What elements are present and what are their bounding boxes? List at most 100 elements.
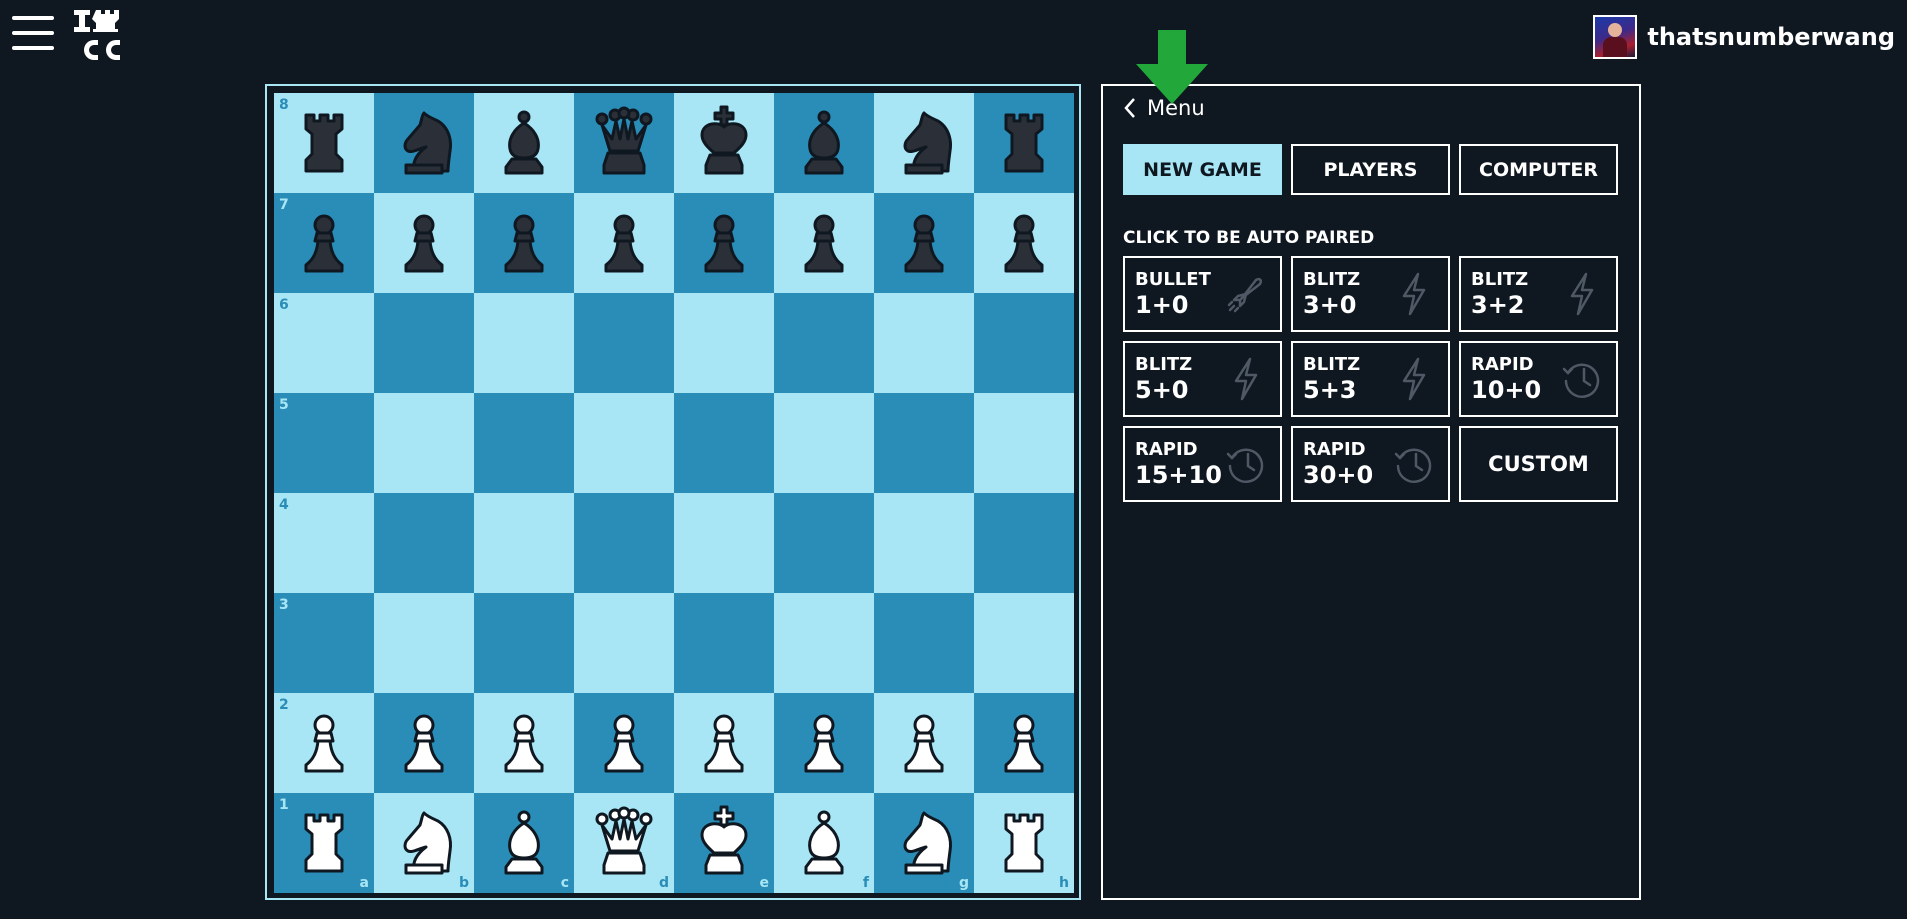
square-h4[interactable] [974,493,1074,593]
square-f4[interactable] [774,493,874,593]
hamburger-menu-icon[interactable] [12,16,54,56]
black-pawn-icon[interactable] [784,203,864,283]
square-h7[interactable] [974,193,1074,293]
black-queen-icon[interactable] [584,103,664,183]
white-pawn-icon[interactable] [584,703,664,783]
square-f3[interactable] [774,593,874,693]
square-d3[interactable] [574,593,674,693]
time-control-bullet-1-0[interactable]: BULLET 1+0 [1123,256,1282,332]
square-e4[interactable] [674,493,774,593]
username[interactable]: thatsnumberwang [1647,23,1895,51]
black-king-icon[interactable] [684,103,764,183]
square-b4[interactable] [374,493,474,593]
square-e6[interactable] [674,293,774,393]
black-knight-icon[interactable] [884,103,964,183]
square-h2[interactable] [974,693,1074,793]
time-control-blitz-5-0[interactable]: BLITZ 5+0 [1123,341,1282,417]
white-pawn-icon[interactable] [284,703,364,783]
square-f8[interactable] [774,93,874,193]
square-f1[interactable]: f [774,793,874,893]
square-b8[interactable] [374,93,474,193]
square-d4[interactable] [574,493,674,593]
square-g5[interactable] [874,393,974,493]
black-pawn-icon[interactable] [684,203,764,283]
square-d8[interactable] [574,93,674,193]
custom-game-button[interactable]: CUSTOM [1459,426,1618,502]
square-h1[interactable]: h [974,793,1074,893]
time-control-rapid-30-0[interactable]: RAPID 30+0 [1291,426,1450,502]
square-g7[interactable] [874,193,974,293]
square-e3[interactable] [674,593,774,693]
square-a4[interactable]: 4 [274,493,374,593]
square-a2[interactable]: 2 [274,693,374,793]
black-pawn-icon[interactable] [884,203,964,283]
square-f5[interactable] [774,393,874,493]
square-c6[interactable] [474,293,574,393]
black-rook-icon[interactable] [984,103,1064,183]
white-knight-icon[interactable] [884,803,964,883]
white-pawn-icon[interactable] [884,703,964,783]
square-e5[interactable] [674,393,774,493]
square-c8[interactable] [474,93,574,193]
square-f7[interactable] [774,193,874,293]
square-a8[interactable]: 8 [274,93,374,193]
square-e1[interactable]: e [674,793,774,893]
square-f2[interactable] [774,693,874,793]
square-b7[interactable] [374,193,474,293]
square-d2[interactable] [574,693,674,793]
white-rook-icon[interactable] [284,803,364,883]
avatar[interactable] [1593,15,1638,59]
square-e8[interactable] [674,93,774,193]
square-d5[interactable] [574,393,674,493]
square-c3[interactable] [474,593,574,693]
black-pawn-icon[interactable] [284,203,364,283]
white-rook-icon[interactable] [984,803,1064,883]
square-b5[interactable] [374,393,474,493]
white-pawn-icon[interactable] [684,703,764,783]
square-c4[interactable] [474,493,574,593]
square-b2[interactable] [374,693,474,793]
white-pawn-icon[interactable] [784,703,864,783]
white-king-icon[interactable] [684,803,764,883]
tab-new-game[interactable]: NEW GAME [1123,144,1282,195]
white-bishop-icon[interactable] [484,803,564,883]
time-control-blitz-3-0[interactable]: BLITZ 3+0 [1291,256,1450,332]
square-f6[interactable] [774,293,874,393]
tab-players[interactable]: PLAYERS [1291,144,1450,195]
square-g1[interactable]: g [874,793,974,893]
black-bishop-icon[interactable] [784,103,864,183]
square-a1[interactable]: 1a [274,793,374,893]
square-g6[interactable] [874,293,974,393]
time-control-rapid-10-0[interactable]: RAPID 10+0 [1459,341,1618,417]
user-profile[interactable]: thatsnumberwang [1593,15,1895,59]
square-b3[interactable] [374,593,474,693]
square-e7[interactable] [674,193,774,293]
square-g4[interactable] [874,493,974,593]
square-d1[interactable]: d [574,793,674,893]
square-c7[interactable] [474,193,574,293]
black-pawn-icon[interactable] [384,203,464,283]
white-pawn-icon[interactable] [484,703,564,783]
square-d7[interactable] [574,193,674,293]
square-h8[interactable] [974,93,1074,193]
time-control-blitz-5-3[interactable]: BLITZ 5+3 [1291,341,1450,417]
square-g3[interactable] [874,593,974,693]
white-pawn-icon[interactable] [984,703,1064,783]
white-knight-icon[interactable] [384,803,464,883]
square-g2[interactable] [874,693,974,793]
square-a6[interactable]: 6 [274,293,374,393]
black-pawn-icon[interactable] [984,203,1064,283]
square-b6[interactable] [374,293,474,393]
square-h3[interactable] [974,593,1074,693]
square-g8[interactable] [874,93,974,193]
black-rook-icon[interactable] [284,103,364,183]
white-bishop-icon[interactable] [784,803,864,883]
black-bishop-icon[interactable] [484,103,564,183]
square-h5[interactable] [974,393,1074,493]
square-d6[interactable] [574,293,674,393]
square-e2[interactable] [674,693,774,793]
black-pawn-icon[interactable] [484,203,564,283]
square-a5[interactable]: 5 [274,393,374,493]
square-a7[interactable]: 7 [274,193,374,293]
square-c5[interactable] [474,393,574,493]
